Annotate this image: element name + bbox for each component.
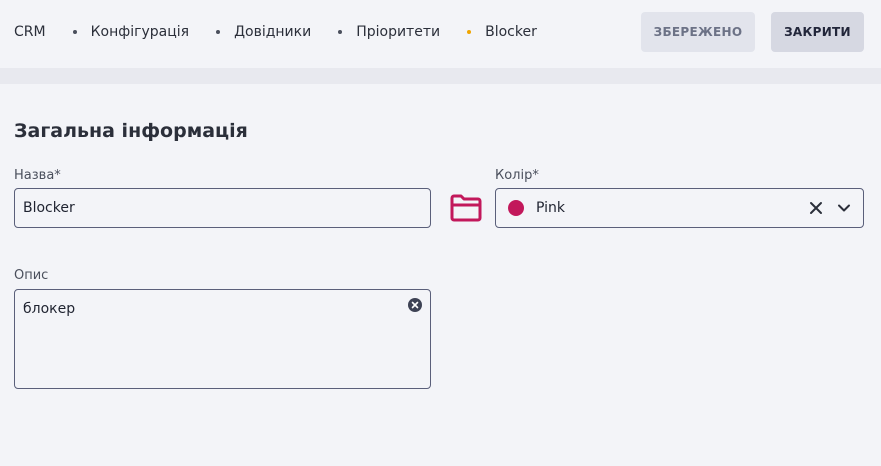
breadcrumb-item-configuration[interactable]: Конфігурація: [46, 24, 189, 40]
color-select-value: Pink: [536, 200, 566, 216]
color-swatch: [508, 200, 524, 216]
section-title: Загальна інформація: [14, 120, 248, 142]
color-select[interactable]: Pink: [495, 188, 864, 228]
page: CRM Конфігурація Довідники Пріоритети Bl…: [0, 0, 881, 466]
breadcrumb-label: Blocker: [485, 24, 537, 40]
header-divider: [0, 68, 881, 84]
description-label: Опис: [14, 268, 49, 283]
breadcrumb-item-current: Blocker: [440, 24, 537, 40]
clear-circle-icon[interactable]: [408, 298, 422, 312]
name-input-value: Blocker: [23, 200, 75, 216]
chevron-down-icon[interactable]: [837, 201, 851, 215]
breadcrumb-active-dot: [467, 30, 472, 34]
header: CRM Конфігурація Довідники Пріоритети Bl…: [0, 0, 881, 68]
close-button[interactable]: ЗАКРИТИ: [771, 12, 864, 52]
breadcrumb-label: CRM: [14, 24, 46, 40]
name-label: Назва*: [14, 168, 61, 183]
breadcrumb-label: Пріоритети: [356, 24, 441, 40]
saved-button[interactable]: ЗБЕРЕЖЕНО: [641, 12, 755, 52]
description-textarea[interactable]: блокер: [14, 289, 431, 389]
breadcrumb-label: Конфігурація: [90, 24, 190, 40]
folder-button[interactable]: [448, 190, 484, 226]
breadcrumb-item-crm[interactable]: CRM: [14, 24, 46, 40]
description-value: блокер: [23, 301, 76, 317]
breadcrumb-separator-dot: [72, 30, 77, 34]
name-input[interactable]: Blocker: [14, 188, 431, 228]
breadcrumb-item-priorities[interactable]: Пріоритети: [311, 24, 440, 40]
folder-icon: [450, 194, 482, 222]
breadcrumb: CRM Конфігурація Довідники Пріоритети Bl…: [14, 22, 537, 42]
breadcrumb-item-dictionaries[interactable]: Довідники: [189, 24, 311, 40]
breadcrumb-separator-dot: [216, 30, 221, 34]
color-label: Колір*: [495, 168, 539, 183]
clear-icon[interactable]: [809, 201, 823, 215]
breadcrumb-separator-dot: [338, 30, 343, 34]
breadcrumb-label: Довідники: [234, 24, 312, 40]
